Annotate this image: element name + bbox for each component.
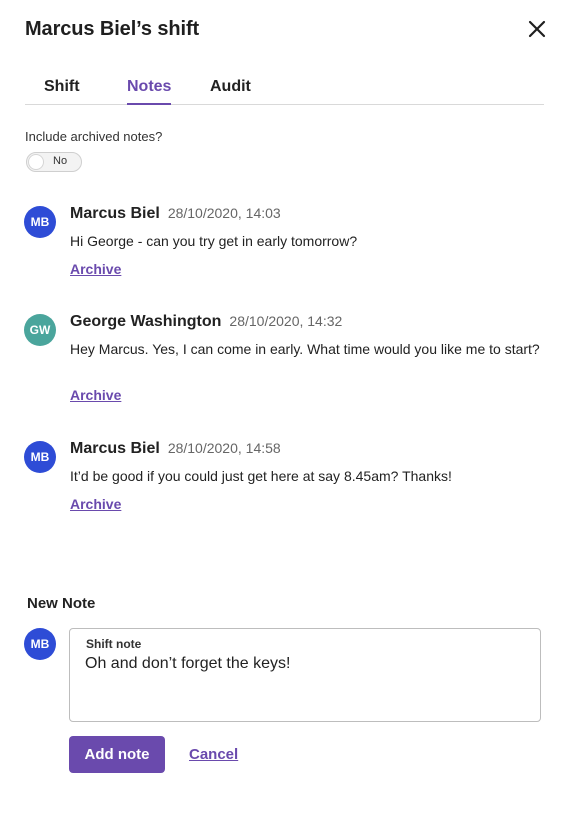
include-archived-toggle[interactable]: No <box>26 152 82 172</box>
add-note-button[interactable]: Add note <box>69 736 165 773</box>
archive-link[interactable]: Archive <box>70 387 121 403</box>
tab-shift[interactable]: Shift <box>44 78 80 105</box>
tab-notes[interactable]: Notes <box>127 78 172 105</box>
panel-title: Marcus Biel’s shift <box>25 18 200 40</box>
archive-link[interactable]: Archive <box>70 261 121 277</box>
tab-audit[interactable]: Audit <box>210 78 251 105</box>
note-header: Marcus Biel 28/10/2020, 14:58 <box>70 440 281 458</box>
note-author: George Washington <box>70 313 222 330</box>
include-archived-label: Include archived notes? <box>25 129 163 144</box>
note-text: It’d be good if you could just get here … <box>70 468 452 484</box>
note-author: Marcus Biel <box>70 440 160 457</box>
toggle-value: No <box>53 155 68 167</box>
note-text: Hi George - can you try get in early tom… <box>70 233 358 249</box>
toggle-knob <box>28 154 44 170</box>
archive-link[interactable]: Archive <box>70 496 121 512</box>
note-timestamp: 28/10/2020, 14:32 <box>229 313 343 329</box>
shift-note-input[interactable]: Oh and don’t forget the keys! <box>85 655 525 673</box>
avatar: MB <box>24 441 56 473</box>
note-timestamp: 28/10/2020, 14:03 <box>167 205 281 221</box>
note-timestamp: 28/10/2020, 14:58 <box>167 440 281 456</box>
avatar: MB <box>24 206 56 238</box>
shift-note-field[interactable]: Shift note Oh and don’t forget the keys! <box>69 628 541 722</box>
close-icon <box>528 20 546 38</box>
note-header: Marcus Biel 28/10/2020, 14:03 <box>70 205 281 223</box>
avatar: GW <box>24 314 56 346</box>
note-header: George Washington 28/10/2020, 14:32 <box>70 313 342 331</box>
cancel-link[interactable]: Cancel <box>189 746 238 763</box>
note-author: Marcus Biel <box>70 205 160 222</box>
shift-note-label: Shift note <box>86 637 142 651</box>
panel-header: Marcus Biel’s shift <box>24 16 550 44</box>
avatar: MB <box>24 628 56 660</box>
note-text: Hey Marcus. Yes, I can come in early. Wh… <box>70 341 540 357</box>
tab-bar: Shift Notes Audit <box>25 76 544 105</box>
new-note-heading: New Note <box>27 595 96 612</box>
close-button[interactable] <box>524 16 550 42</box>
